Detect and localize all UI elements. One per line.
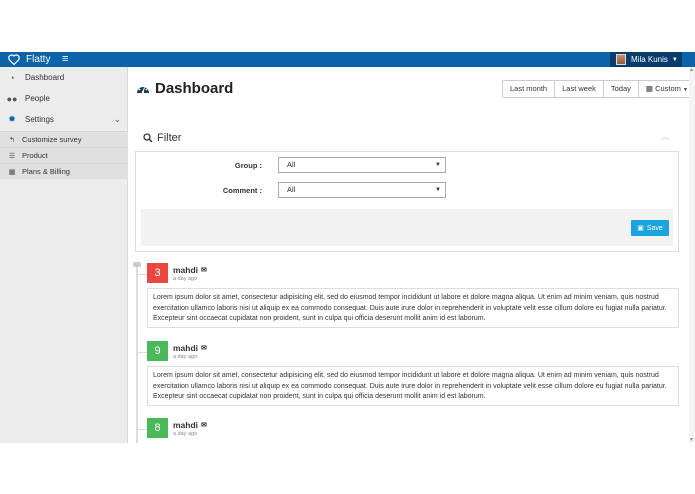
dashboard-icon: ◔ <box>9 72 15 83</box>
filter-title-text: Filter <box>157 132 182 144</box>
date-range-group: Last month Last week Today ▦ Custom ▼ <box>502 80 695 98</box>
envelope-icon[interactable]: ✉ <box>201 421 207 429</box>
sidebar-subitem-product[interactable]: ☰ Product <box>0 147 128 163</box>
floppy-icon: ▣ <box>637 225 644 232</box>
sidebar-item-people[interactable]: ●● People <box>0 88 128 109</box>
sidebar-item-label: People <box>25 94 50 103</box>
range-custom-button[interactable]: ▦ Custom ▼ <box>638 81 695 97</box>
author-name: mahdi <box>173 420 199 430</box>
heart-icon <box>8 54 20 65</box>
sidebar: ◔ Dashboard ●● People ✹ Settings ⌄ ↰ Cus… <box>0 67 128 443</box>
list-icon: ☰ <box>8 152 16 160</box>
sidebar-item-dashboard[interactable]: ◔ Dashboard <box>0 67 128 88</box>
range-last-month-button[interactable]: Last month <box>503 81 556 97</box>
caret-down-icon: ▼ <box>671 56 678 63</box>
table-icon: ▦ <box>8 168 16 176</box>
avatar <box>616 54 626 65</box>
sidebar-item-label: Dashboard <box>25 73 65 82</box>
score-badge: 9 <box>147 341 168 361</box>
caret-down-icon: ▼ <box>683 87 688 93</box>
group-select-value: All <box>287 160 296 169</box>
page-title-text: Dashboard <box>155 80 234 97</box>
range-last-week-button[interactable]: Last week <box>555 81 604 97</box>
timeline-connector <box>138 429 147 430</box>
envelope-icon[interactable]: ✉ <box>201 344 207 352</box>
filter-footer: ▣ Save <box>141 209 673 246</box>
sidebar-subitem-label: Plans & Billing <box>22 167 70 176</box>
comment-author: mahdi ✉ <box>173 265 207 275</box>
comment-time: a day ago <box>173 276 198 282</box>
author-name: mahdi <box>173 343 199 353</box>
scroll-up-icon[interactable]: ▲ <box>689 67 694 73</box>
group-label: Group : <box>234 161 262 170</box>
save-button-label: Save <box>646 224 663 232</box>
timeline-start-dot <box>133 262 141 267</box>
timeline-line <box>136 264 138 443</box>
chevron-up-icon[interactable]: ︿ <box>661 131 669 142</box>
group-select[interactable]: All ▼ <box>278 157 446 173</box>
sidebar-subitem-label: Customize survey <box>22 135 82 144</box>
score-badge: 8 <box>147 418 168 438</box>
save-button[interactable]: ▣ Save <box>631 220 669 236</box>
brand-name: Flatty <box>26 54 51 65</box>
main-content: Dashboard Last month Last week Today ▦ C… <box>128 67 695 443</box>
envelope-icon[interactable]: ✉ <box>201 266 207 274</box>
score-badge: 3 <box>147 263 168 283</box>
range-custom-label: Custom <box>655 84 681 93</box>
chevron-down-icon: ⌄ <box>113 114 121 124</box>
sidebar-subitem-customize-survey[interactable]: ↰ Customize survey <box>0 131 128 147</box>
dashboard-icon <box>137 84 149 94</box>
range-today-button[interactable]: Today <box>603 81 639 97</box>
comment-author: mahdi ✉ <box>173 420 207 430</box>
calendar-icon: ▦ <box>645 84 653 93</box>
user-name: Mila Kunis <box>631 55 668 64</box>
comment-label: Comment : <box>222 186 262 195</box>
hamburger-icon[interactable]: ≡ <box>62 52 68 67</box>
timeline-connector <box>138 274 147 275</box>
timeline-connector <box>138 352 147 353</box>
author-name: mahdi <box>173 265 199 275</box>
comment-author: mahdi ✉ <box>173 343 207 353</box>
page-title: Dashboard <box>136 80 233 97</box>
comment-body: Lorem ipsum dolor sit amet, consectetur … <box>147 288 679 328</box>
filter-panel: Group : All ▼ Comment : All ▼ ▣ Save <box>135 151 679 252</box>
users-icon: ●● <box>6 93 18 104</box>
comment-body: Lorem ipsum dolor sit amet, consectetur … <box>147 366 679 406</box>
comment-select[interactable]: All ▼ <box>278 182 446 198</box>
top-navbar: Flatty ≡ Mila Kunis ▼ <box>0 52 695 67</box>
comment-time: a day ago <box>173 354 198 360</box>
caret-down-icon: ▼ <box>435 162 441 168</box>
sidebar-subitem-plans-billing[interactable]: ▦ Plans & Billing <box>0 163 128 179</box>
caret-down-icon: ▼ <box>435 187 441 193</box>
filter-heading: Filter <box>143 132 181 144</box>
brand[interactable]: Flatty <box>8 52 50 67</box>
comment-select-value: All <box>287 185 296 194</box>
sidebar-item-label: Settings <box>25 115 54 124</box>
scroll-down-icon[interactable]: ▼ <box>689 437 694 443</box>
sidebar-subitem-label: Product <box>22 151 48 160</box>
sidebar-item-settings[interactable]: ✹ Settings ⌄ <box>0 109 128 130</box>
vertical-scrollbar[interactable]: ▲ ▼ <box>689 67 695 443</box>
user-menu[interactable]: Mila Kunis ▼ <box>610 52 682 67</box>
comment-time: a day ago <box>173 431 198 437</box>
app-window: Flatty ≡ Mila Kunis ▼ ◔ Dashboard ●● Peo… <box>0 0 695 494</box>
search-icon <box>143 133 153 143</box>
gear-icon: ✹ <box>8 114 16 124</box>
reply-icon: ↰ <box>9 136 15 144</box>
